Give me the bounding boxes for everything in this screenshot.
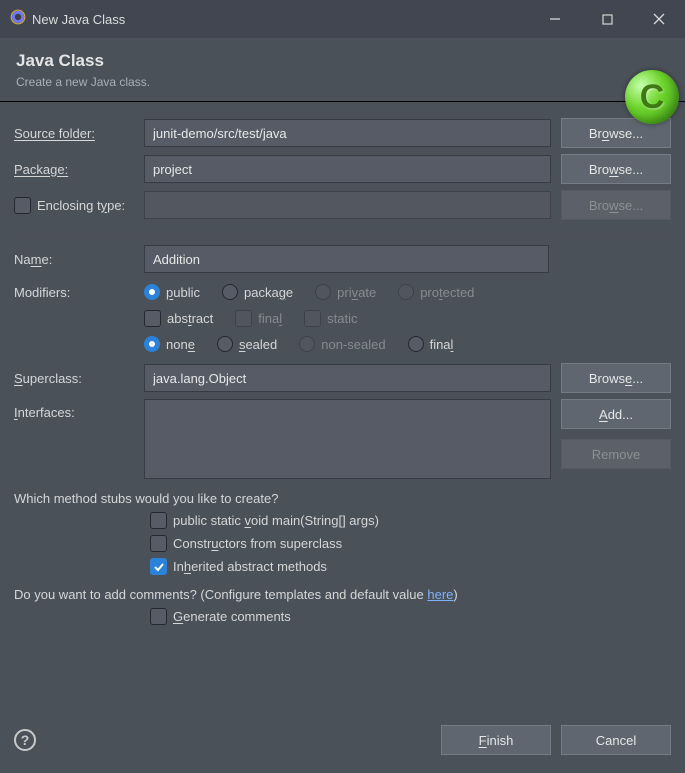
radio-none[interactable]: none	[144, 336, 195, 352]
package-browse-button[interactable]: Browse...	[561, 154, 671, 184]
visibility-radio-group: public package private protected	[144, 279, 671, 305]
sealed-radio-group: none sealed non-sealed final	[144, 331, 671, 357]
checkbox-inherited-abstract[interactable]: Inherited abstract methods	[150, 558, 671, 575]
interfaces-list[interactable]	[144, 399, 551, 479]
radio-protected: protected	[398, 284, 474, 300]
interfaces-add-button[interactable]: Add...	[561, 399, 671, 429]
package-label: Package:	[14, 162, 134, 177]
enclosing-type-label: Enclosing type:	[14, 197, 134, 214]
window-title: New Java Class	[26, 12, 529, 27]
class-icon: C	[625, 70, 679, 124]
radio-sealed-final[interactable]: final	[408, 336, 454, 352]
interfaces-remove-button: Remove	[561, 439, 671, 469]
enclosing-type-checkbox[interactable]: Enclosing type:	[14, 197, 134, 214]
radio-private: private	[315, 284, 376, 300]
package-input[interactable]	[144, 155, 551, 183]
checkbox-main-method[interactable]: public static void main(String[] args)	[150, 512, 671, 529]
radio-non-sealed: non-sealed	[299, 336, 385, 352]
checkbox-abstract[interactable]: abstract	[144, 310, 213, 327]
banner-title: Java Class	[16, 51, 150, 71]
comments-question: Do you want to add comments? (Configure …	[14, 587, 671, 602]
source-folder-input[interactable]	[144, 119, 551, 147]
help-button[interactable]: ?	[14, 729, 36, 751]
maximize-button[interactable]	[581, 0, 633, 38]
name-label: Name:	[14, 252, 134, 267]
minimize-button[interactable]	[529, 0, 581, 38]
enclosing-type-browse-button: Browse...	[561, 190, 671, 220]
banner: Java Class Create a new Java class. C	[0, 38, 685, 102]
finish-button[interactable]: Finish	[441, 725, 551, 755]
radio-sealed[interactable]: sealed	[217, 336, 277, 352]
superclass-input[interactable]	[144, 364, 551, 392]
superclass-browse-button[interactable]: Browse...	[561, 363, 671, 393]
name-input[interactable]	[144, 245, 549, 273]
modifiers-label: Modifiers:	[14, 279, 134, 300]
interfaces-label: Interfaces:	[14, 399, 134, 420]
configure-templates-link[interactable]: here	[427, 587, 453, 602]
stubs-question: Which method stubs would you like to cre…	[14, 491, 671, 506]
checkbox-static: static	[304, 310, 357, 327]
enclosing-type-input	[144, 191, 551, 219]
banner-subtitle: Create a new Java class.	[16, 75, 150, 89]
superclass-label: Superclass:	[14, 371, 134, 386]
app-icon	[10, 9, 26, 30]
checkbox-generate-comments[interactable]: Generate comments	[150, 608, 671, 625]
radio-public[interactable]: public	[144, 284, 200, 300]
titlebar: New Java Class	[0, 0, 685, 38]
checkbox-final: final	[235, 310, 282, 327]
close-button[interactable]	[633, 0, 685, 38]
flags-group: abstract final static	[144, 305, 671, 331]
checkbox-constructors[interactable]: Constructors from superclass	[150, 535, 671, 552]
radio-package[interactable]: package	[222, 284, 293, 300]
source-folder-label: Source folder:	[14, 126, 134, 141]
cancel-button[interactable]: Cancel	[561, 725, 671, 755]
dialog-footer: ? Finish Cancel	[0, 715, 685, 773]
dialog-body: Source folder: Browse... Package: Browse…	[0, 102, 685, 625]
